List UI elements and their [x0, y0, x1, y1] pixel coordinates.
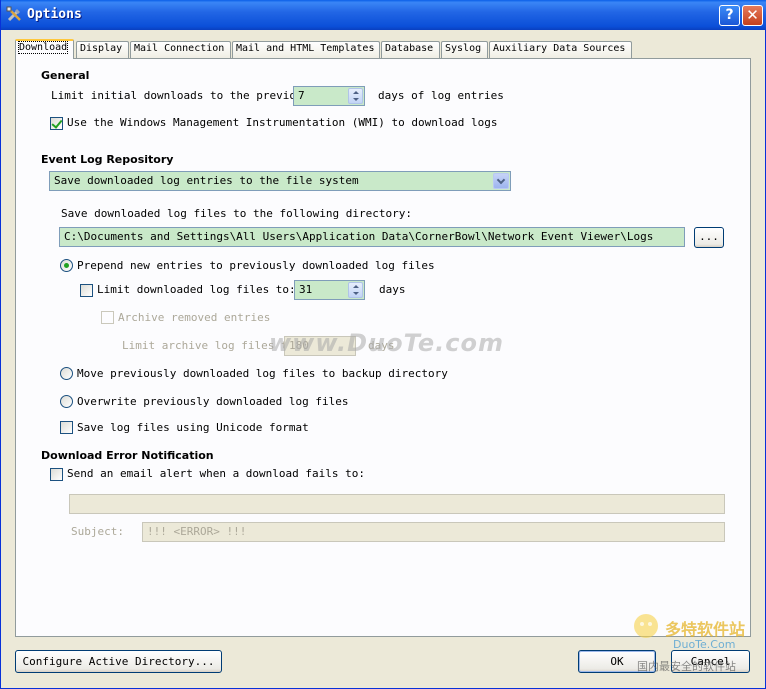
tools-icon — [6, 6, 21, 22]
move-radio[interactable] — [60, 367, 73, 380]
directory-input[interactable]: C:\Documents and Settings\All Users\Appl… — [59, 227, 685, 247]
tab-display[interactable]: Display — [76, 41, 129, 58]
unicode-checkbox[interactable] — [60, 421, 73, 434]
tab-auxiliary-data-sources[interactable]: Auxiliary Data Sources — [489, 41, 632, 58]
tab-label: Mail Connection — [134, 43, 225, 54]
move-label: Move previously downloaded log files to … — [77, 367, 448, 380]
center-watermark: www.DuoTe.com — [269, 329, 504, 357]
tab-label: Syslog — [445, 43, 482, 54]
corner-watermark-domain: DuoTe.Com — [673, 638, 736, 651]
directory-label: Save downloaded log files to the followi… — [61, 207, 412, 220]
limit-files-checkbox[interactable] — [80, 284, 93, 297]
directory-value: C:\Documents and Settings\All Users\Appl… — [64, 230, 654, 243]
general-heading: General — [41, 69, 90, 82]
archive-checkbox[interactable] — [101, 311, 114, 324]
repository-heading: Event Log Repository — [41, 153, 174, 166]
tab-label: Database — [385, 43, 434, 54]
notification-heading: Download Error Notification — [41, 449, 214, 462]
prepend-label: Prepend new entries to previously downlo… — [77, 259, 435, 272]
limit-files-label: Limit downloaded log files to: — [97, 283, 296, 296]
watermark-logo-icon — [634, 614, 658, 638]
close-button[interactable]: ✕ — [742, 5, 763, 26]
repository-mode-select[interactable]: Save downloaded log entries to the file … — [49, 171, 511, 191]
tab-label: Mail and HTML Templates — [236, 43, 375, 54]
overwrite-radio[interactable] — [60, 395, 73, 408]
limit-days-stepper[interactable]: 7 — [293, 86, 365, 106]
limit-files-suffix: days — [379, 283, 406, 296]
title-bar[interactable]: Options ? ✕ — [1, 0, 766, 30]
corner-watermark-title: 多特软件站 — [665, 620, 746, 639]
archive-label: Archive removed entries — [118, 311, 271, 324]
browse-button[interactable]: ... — [694, 227, 724, 248]
options-dialog: Options ? ✕ Download Display Mail Connec… — [0, 0, 766, 689]
tab-label: Display — [80, 43, 123, 54]
email-alert-checkbox[interactable] — [50, 468, 63, 481]
wmi-label: Use the Windows Management Instrumentati… — [67, 116, 498, 129]
limit-files-stepper[interactable]: 31 — [294, 280, 365, 300]
window-title: Options — [27, 7, 82, 22]
download-tab-panel: General Limit initial downloads to the p… — [15, 58, 751, 637]
help-button[interactable]: ? — [719, 5, 740, 26]
tab-download[interactable]: Download — [15, 39, 74, 59]
limit-days-suffix: days of log entries — [378, 89, 504, 102]
prepend-radio[interactable] — [60, 259, 73, 272]
tab-database[interactable]: Database — [381, 41, 440, 58]
subject-input[interactable]: !!! <ERROR> !!! — [142, 522, 725, 542]
tab-mail-html-templates[interactable]: Mail and HTML Templates — [232, 41, 380, 58]
tab-syslog[interactable]: Syslog — [441, 41, 488, 58]
overwrite-label: Overwrite previously downloaded log file… — [77, 395, 349, 408]
tab-mail-connection[interactable]: Mail Connection — [130, 41, 231, 58]
configure-active-directory-button[interactable]: Configure Active Directory... — [15, 650, 222, 673]
repository-mode-value: Save downloaded log entries to the file … — [54, 174, 359, 187]
wmi-checkbox[interactable] — [50, 117, 63, 130]
email-recipient-input[interactable] — [69, 494, 725, 514]
subject-label: Subject: — [71, 525, 124, 538]
unicode-label: Save log files using Unicode format — [77, 421, 309, 434]
tab-label: Download — [17, 41, 69, 54]
limit-downloads-label: Limit initial downloads to the previous — [51, 89, 310, 102]
tab-label: Auxiliary Data Sources — [493, 43, 626, 54]
limit-files-value: 31 — [299, 283, 313, 296]
chevron-down-icon[interactable] — [493, 173, 509, 189]
email-alert-label: Send an email alert when a download fail… — [67, 467, 366, 480]
limit-days-value: 7 — [298, 89, 305, 102]
corner-watermark-tagline: 国内最安全的软件站 — [637, 660, 736, 673]
spinner-arrows-icon[interactable] — [348, 88, 363, 104]
spinner-arrows-icon[interactable] — [348, 282, 363, 298]
